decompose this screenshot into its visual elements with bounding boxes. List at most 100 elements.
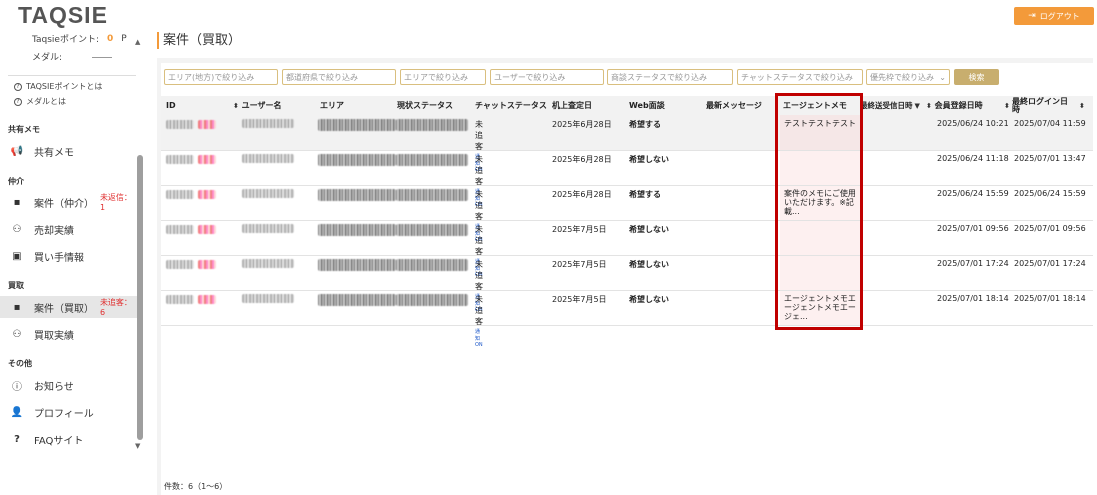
filter-prefecture-input[interactable]: [282, 69, 396, 85]
current-status-redacted: [396, 119, 468, 131]
agent-memo-highlight: [775, 93, 863, 330]
scroll-down-icon[interactable]: ▼: [135, 442, 140, 450]
sidebar-item-label: 売却実績: [34, 225, 74, 237]
filter-chat-status-input[interactable]: [737, 69, 863, 85]
col-header-latest-msg[interactable]: 最新メッセージ: [706, 96, 762, 115]
medal-label: メダル:: [32, 53, 63, 63]
registered-date-cell: 2025/07/01 17:24: [937, 259, 1009, 268]
col-header-area[interactable]: エリア: [320, 96, 344, 115]
top-bar: TAQSIE ⇥ ログアウト: [0, 0, 1097, 30]
logout-icon: ⇥: [1028, 11, 1036, 21]
row-divider: [161, 290, 1093, 291]
area-redacted: [318, 119, 396, 131]
search-button[interactable]: 検索: [954, 69, 999, 85]
col-header-last-sent[interactable]: 最終送受信日時 ▼: [860, 96, 920, 115]
help-points-label: TAQSIEポイントとは: [26, 82, 103, 91]
chat-status-label: 未追客: [475, 260, 483, 291]
filter-area-local-input[interactable]: [164, 69, 278, 85]
id-redacted: [198, 225, 216, 234]
web-interview-cell: 希望しない: [629, 225, 669, 234]
sort-icon: ⬍: [1004, 102, 1010, 110]
people-icon: ⚇: [12, 223, 22, 235]
help-medal-label: メダルとは: [26, 97, 66, 106]
area-redacted: [318, 154, 396, 166]
sidebar-item-label: 買い手情報: [34, 252, 84, 264]
chat-icon: ▪: [13, 301, 21, 313]
logout-label: ログアウト: [1039, 11, 1080, 21]
person-icon: 👤: [10, 406, 24, 418]
row-divider: [161, 325, 1093, 326]
filter-deal-status-input[interactable]: [607, 69, 733, 85]
sidebar-item-label: プロフィール: [34, 408, 94, 420]
col-header-current-status[interactable]: 現状ステータス: [397, 96, 453, 115]
sidebar-item-label: 案件（仲介）: [33, 198, 94, 210]
current-status-redacted: [396, 189, 468, 201]
row-divider: [161, 220, 1093, 221]
medal-empty-line: [92, 57, 113, 58]
last-login-cell: 2025/07/01 13:47: [1014, 154, 1086, 163]
filter-user-input[interactable]: [490, 69, 604, 85]
sidebar-item-label: 共有メモ: [34, 147, 74, 159]
col-header-web[interactable]: Web面談: [629, 96, 665, 115]
chat-icon: ▪: [13, 196, 21, 208]
sidebar-item-faq[interactable]: ? FAQサイト: [0, 428, 137, 450]
row-divider: [161, 185, 1093, 186]
sidebar-item-label: 案件（買取）: [33, 303, 94, 315]
chat-status-label: 未追客: [475, 190, 483, 221]
chat-status-label: 未追客: [475, 225, 483, 256]
col-header-chat-status[interactable]: チャットステータス: [475, 96, 547, 115]
id-redacted: [166, 120, 194, 129]
current-status-redacted: [396, 154, 468, 166]
sidebar-item-sales-record[interactable]: ⚇ 売却実績: [0, 218, 137, 240]
filter-area-input[interactable]: [400, 69, 486, 85]
web-interview-cell: 希望しない: [629, 295, 669, 304]
logout-button[interactable]: ⇥ ログアウト: [1014, 7, 1094, 25]
sort-icon: ⬍: [926, 102, 932, 110]
sidebar-item-case-purchase[interactable]: ▪ 案件（買取） 未追客：6: [0, 296, 137, 318]
desk-date-cell: 2025年6月28日: [552, 120, 612, 129]
id-redacted: [198, 190, 216, 199]
sidebar-item-case-broker[interactable]: ▪ 案件（仲介） 未返信：1: [0, 191, 137, 213]
sort-icon: ⬍: [233, 102, 239, 110]
sidebar-item-label: お知らせ: [34, 381, 74, 393]
sidebar-item-profile[interactable]: 👤 プロフィール: [0, 401, 137, 423]
registered-date-cell: 2025/06/24 11:18: [937, 154, 1009, 163]
unreplied-badge: 未返信：1: [99, 193, 132, 212]
help-points-link[interactable]: ? TAQSIEポイントとは: [14, 81, 102, 92]
area-redacted: [318, 224, 396, 236]
col-header-id[interactable]: ID: [166, 96, 176, 115]
sidebar-scrollbar[interactable]: [137, 155, 143, 440]
registered-date-cell: 2025/06/24 15:59: [937, 189, 1009, 198]
question-icon: ?: [14, 433, 20, 445]
sidebar-item-purchase-record[interactable]: ⚇ 買取実績: [0, 323, 137, 345]
col-header-user[interactable]: ⬍ ユーザー名: [231, 96, 282, 115]
id-redacted: [166, 295, 194, 304]
user-name-redacted: [242, 154, 294, 163]
user-name-redacted: [242, 119, 294, 128]
result-count: 件数：6（1～6）: [164, 482, 228, 491]
desk-date-cell: 2025年7月5日: [552, 260, 607, 269]
user-name-redacted: [242, 224, 294, 233]
megaphone-icon: 📢: [10, 145, 24, 157]
col-header-desk-date[interactable]: 机上査定日: [552, 96, 592, 115]
last-login-cell: 2025/07/01 18:14: [1014, 294, 1086, 303]
web-interview-cell: 希望する: [629, 120, 661, 129]
sidebar-item-notice[interactable]: ⓘ お知らせ: [0, 374, 137, 396]
sidebar-item-shared-memo[interactable]: 📢 共有メモ: [0, 140, 137, 162]
app-logo[interactable]: TAQSIE: [18, 2, 108, 29]
sidebar-item-buyer-info[interactable]: ▣ 買い手情報: [0, 245, 137, 267]
scroll-up-icon[interactable]: ▲: [135, 38, 140, 46]
registered-date-cell: 2025/07/01 18:14: [937, 294, 1009, 303]
desk-date-cell: 2025年6月28日: [552, 155, 612, 164]
chat-status-label: 未追客: [475, 295, 483, 326]
chat-status-label: 未追客: [475, 155, 483, 186]
filter-priority-select[interactable]: 優先枠で絞り込み ⌄: [866, 69, 950, 85]
current-status-redacted: [396, 224, 468, 236]
help-medal-link[interactable]: ? メダルとは: [14, 96, 66, 107]
col-header-registered[interactable]: ⬍ 会員登録日時: [924, 96, 983, 115]
points-unit: P: [121, 33, 127, 44]
notify-link[interactable]: 通知ON: [475, 328, 483, 348]
desk-date-cell: 2025年7月5日: [552, 225, 607, 234]
card-icon: ▣: [12, 250, 22, 262]
question-icon: ?: [14, 97, 22, 106]
